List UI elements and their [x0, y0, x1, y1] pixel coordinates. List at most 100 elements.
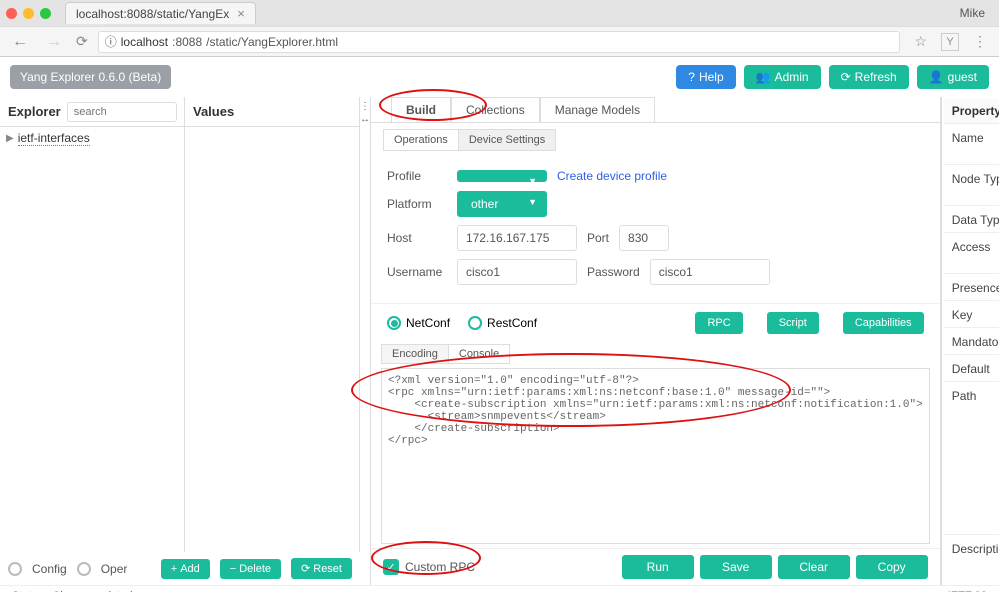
app-title-badge: Yang Explorer 0.6.0 (Beta)	[10, 65, 171, 89]
minimize-window-icon[interactable]	[23, 8, 34, 19]
user-icon: 👤	[929, 70, 944, 84]
browser-tab[interactable]: localhost:8088/static/YangEx ×	[65, 2, 256, 24]
prop-row-label: Description	[944, 537, 999, 592]
property-panel: PropertyValue Namestatistics Node Typeco…	[941, 97, 999, 585]
oper-radio[interactable]	[77, 562, 91, 576]
values-header: Values	[193, 104, 234, 119]
property-table: PropertyValue Namestatistics Node Typeco…	[942, 97, 999, 592]
platform-dropdown[interactable]: other	[457, 191, 547, 217]
device-settings-form: Profile Create device profile Platform o…	[371, 151, 940, 303]
reset-icon: ⟳	[301, 562, 310, 575]
status-bar: Status : Clear completed IETF 93	[0, 585, 999, 592]
password-label: Password	[587, 265, 640, 279]
bookmark-icon[interactable]: ☆	[910, 33, 931, 50]
close-window-icon[interactable]	[6, 8, 17, 19]
create-profile-link[interactable]: Create device profile	[557, 169, 667, 183]
filter-icon[interactable]: ⋮	[360, 101, 370, 112]
radio-checked-icon	[387, 316, 401, 330]
values-panel: Values	[185, 97, 360, 552]
restconf-radio[interactable]: RestConf	[468, 316, 537, 330]
url-port: :8088	[172, 35, 202, 49]
prop-row-label: Presence	[944, 276, 999, 301]
browser-menu-icon[interactable]: ⋮	[969, 33, 991, 50]
splitter-column[interactable]: ⋮ ↔	[360, 97, 371, 585]
save-button[interactable]: Save	[700, 555, 772, 579]
password-input[interactable]	[650, 259, 770, 285]
explorer-panel: Explorer ▶ ietf-interfaces	[0, 97, 185, 552]
clear-button[interactable]: Clear	[778, 555, 850, 579]
plus-icon: +	[171, 563, 177, 575]
browser-chrome: localhost:8088/static/YangEx × Mike ← → …	[0, 0, 999, 57]
add-button[interactable]: +Add	[161, 559, 210, 579]
run-button[interactable]: Run	[622, 555, 694, 579]
rpc-button[interactable]: RPC	[695, 312, 742, 334]
script-button[interactable]: Script	[767, 312, 819, 334]
profile-label: Profile	[387, 169, 447, 183]
delete-button[interactable]: −Delete	[220, 559, 281, 579]
profile-dropdown[interactable]	[457, 170, 547, 182]
copy-button[interactable]: Copy	[856, 555, 928, 579]
center-panel: Build Collections Manage Models Operatio…	[371, 97, 941, 585]
main-area: Explorer ▶ ietf-interfaces Values Config…	[0, 97, 999, 585]
custom-rpc-label: Custom RPC	[405, 560, 475, 574]
capabilities-button[interactable]: Capabilities	[843, 312, 924, 334]
console-tab[interactable]: Console	[449, 344, 510, 364]
url-host: localhost	[121, 35, 168, 49]
config-label: Config	[32, 562, 67, 576]
tree-item-label: ietf-interfaces	[18, 131, 90, 146]
expand-icon[interactable]: ▶	[6, 133, 14, 144]
port-label: Port	[587, 231, 609, 245]
explorer-header: Explorer	[8, 104, 61, 119]
address-bar[interactable]: ⓘ localhost :8088/static/YangExplorer.htm…	[98, 31, 901, 53]
prop-row-label: Node Type	[944, 167, 999, 206]
info-icon: ⓘ	[105, 33, 117, 50]
prop-row-label: Access	[944, 235, 999, 274]
encoding-tab[interactable]: Encoding	[381, 344, 449, 364]
config-radio[interactable]	[8, 562, 22, 576]
prop-row-label: Name	[944, 126, 999, 165]
tab-build[interactable]: Build	[391, 97, 451, 122]
prop-row-label: Path	[944, 384, 999, 535]
close-tab-icon[interactable]: ×	[237, 6, 245, 21]
prop-row-label: Mandatory	[944, 330, 999, 355]
tree-item[interactable]: ▶ ietf-interfaces	[0, 127, 184, 150]
browser-user: Mike	[960, 6, 993, 20]
refresh-button[interactable]: ⟳Refresh	[829, 65, 909, 89]
reset-button[interactable]: ⟳Reset	[291, 558, 352, 579]
guest-button[interactable]: 👤guest	[917, 65, 989, 89]
prop-row-label: Default	[944, 357, 999, 382]
prop-row-label: Key	[944, 303, 999, 328]
netconf-radio[interactable]: NetConf	[387, 316, 450, 330]
help-button[interactable]: ?Help	[676, 65, 735, 89]
arrows-icon[interactable]: ↔	[360, 114, 370, 125]
oper-label: Oper	[101, 562, 128, 576]
extension-icon[interactable]: Y	[941, 33, 959, 51]
admin-button[interactable]: 👥Admin	[744, 65, 821, 89]
port-input[interactable]	[619, 225, 669, 251]
search-input[interactable]	[67, 102, 177, 122]
protocol-row: NetConf RestConf RPC Script Capabilities	[371, 303, 940, 342]
custom-rpc-checkbox[interactable]: ✓	[383, 559, 399, 575]
tab-collections[interactable]: Collections	[451, 97, 540, 122]
minus-icon: −	[230, 563, 236, 575]
url-path: /static/YangExplorer.html	[206, 35, 338, 49]
tab-manage-models[interactable]: Manage Models	[540, 97, 655, 122]
center-footer: ✓ Custom RPC Run Save Clear Copy	[371, 548, 940, 585]
back-icon[interactable]: ←	[8, 33, 32, 51]
maximize-window-icon[interactable]	[40, 8, 51, 19]
reload-icon[interactable]: ⟳	[76, 33, 88, 50]
refresh-icon: ⟳	[841, 70, 851, 84]
property-header: Property	[944, 99, 999, 124]
forward-icon[interactable]: →	[42, 33, 66, 51]
subtab-operations[interactable]: Operations	[383, 129, 459, 151]
tab-title: localhost:8088/static/YangEx	[76, 7, 229, 21]
window-controls	[6, 8, 51, 19]
prop-row-label: Data Type	[944, 208, 999, 233]
explorer-footer: Config Oper +Add −Delete ⟳Reset	[0, 552, 360, 585]
username-label: Username	[387, 265, 447, 279]
username-input[interactable]	[457, 259, 577, 285]
admin-icon: 👥	[756, 70, 771, 84]
xml-editor[interactable]: <?xml version="1.0" encoding="utf-8"?> <…	[381, 368, 930, 544]
subtab-device-settings[interactable]: Device Settings	[459, 129, 556, 151]
host-input[interactable]	[457, 225, 577, 251]
